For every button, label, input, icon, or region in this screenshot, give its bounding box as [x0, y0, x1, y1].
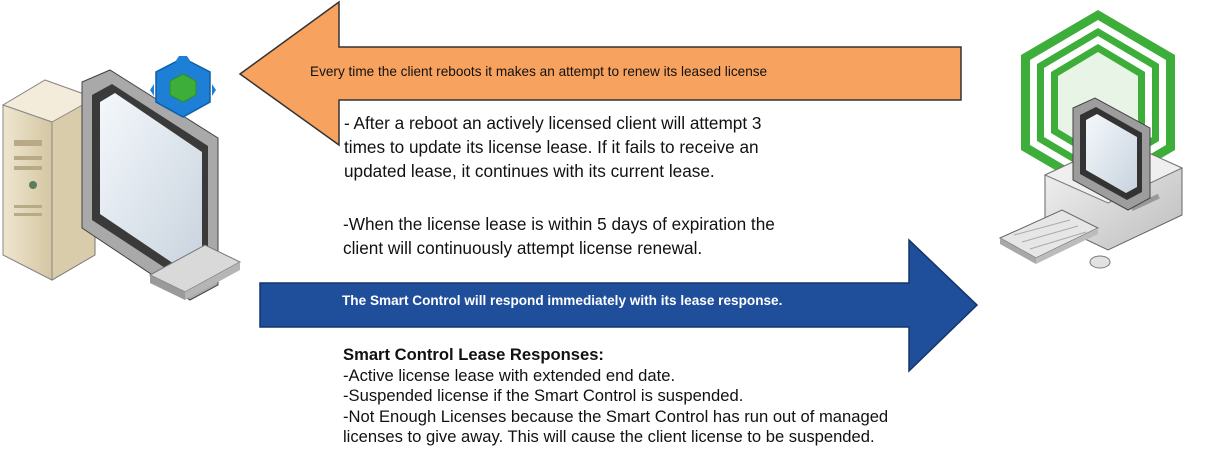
note-line: - After a reboot an actively licensed cl…	[344, 113, 762, 133]
lease-response-item: -Active license lease with extended end …	[343, 365, 676, 385]
lease-response-item: -Not Enough Licenses because the Smart C…	[343, 406, 889, 426]
note-line: client will continuously attempt license…	[343, 238, 703, 258]
note-line: times to update its license lease. If it…	[344, 137, 759, 157]
reboot-attempts-note: - After a reboot an actively licensed cl…	[344, 111, 761, 183]
expiration-renewal-note: -When the license lease is within 5 days…	[343, 212, 775, 260]
renew-arrow-label: Every time the client reboots it makes a…	[310, 64, 768, 79]
response-arrow-label: The Smart Control will respond immediate…	[342, 293, 783, 308]
lease-responses-heading: Smart Control Lease Responses:	[343, 345, 604, 364]
note-line: updated lease, it continues with its cur…	[344, 161, 715, 181]
lease-responses-list: Smart Control Lease Responses: -Active l…	[343, 345, 888, 448]
lease-response-item: licenses to give away. This will cause t…	[343, 427, 875, 446]
lease-response-item: -Suspended license if the Smart Control …	[343, 386, 744, 405]
note-line: -When the license lease is within 5 days…	[343, 214, 775, 234]
